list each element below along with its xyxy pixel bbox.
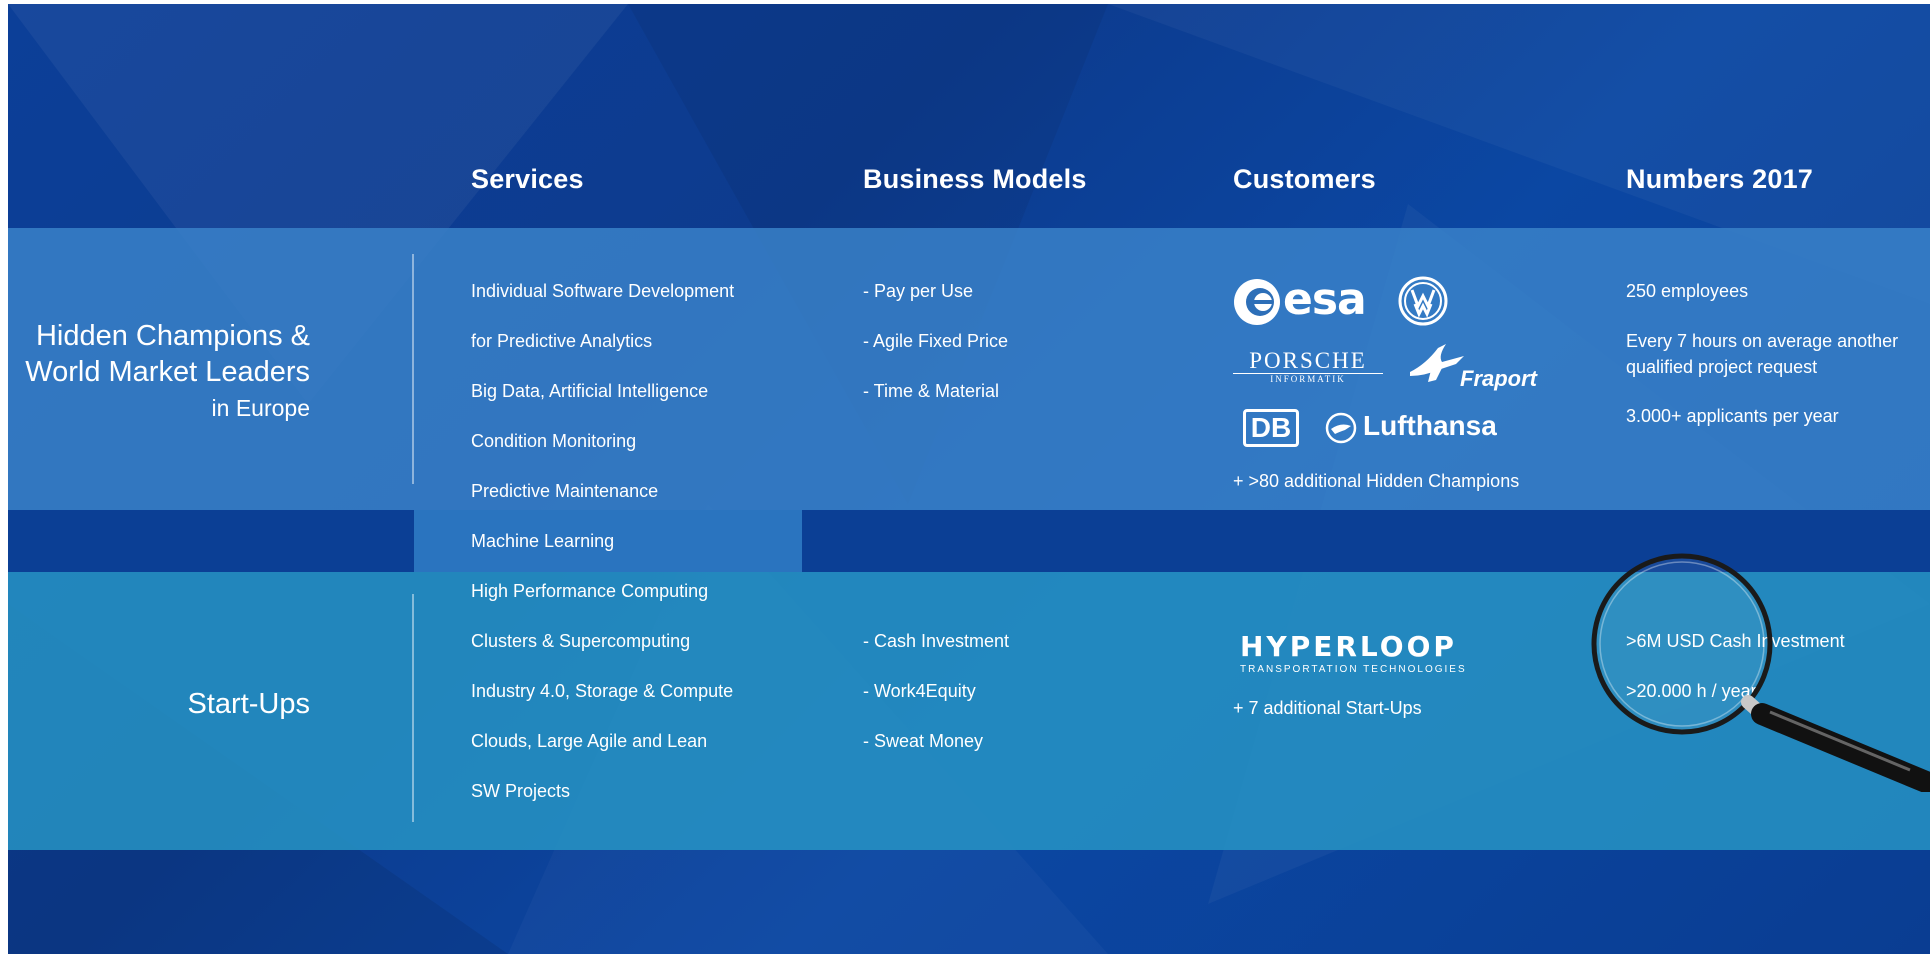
business-model-item: - Sweat Money bbox=[863, 731, 984, 751]
business-model-item: - Work4Equity bbox=[863, 681, 976, 701]
divider-top bbox=[412, 254, 414, 484]
header-services: Services bbox=[471, 164, 584, 194]
service-item: Predictive Maintenance bbox=[471, 481, 659, 501]
fraport-logo-text: Fraport bbox=[1460, 366, 1537, 391]
porsche-logo-text: PORSCHE bbox=[1233, 349, 1383, 374]
db-logo: DB bbox=[1243, 409, 1299, 447]
fraport-plane-icon bbox=[1410, 344, 1464, 382]
number-item: Every 7 hours on average another bbox=[1626, 331, 1899, 351]
hyperloop-logo-subtext: TRANSPORTATION TECHNOLOGIES bbox=[1240, 664, 1467, 675]
number-item: >6M USD Cash Investment bbox=[1626, 631, 1845, 651]
service-item: for Predictive Analytics bbox=[471, 331, 653, 351]
service-item: Big Data, Artificial Intelligence bbox=[471, 381, 709, 401]
service-item: Clusters & Supercomputing bbox=[471, 631, 691, 651]
service-item: Machine Learning bbox=[471, 531, 615, 551]
business-model-item: - Agile Fixed Price bbox=[863, 331, 1009, 351]
service-item: Clouds, Large Agile and Lean bbox=[471, 731, 708, 751]
service-item: Condition Monitoring bbox=[471, 431, 637, 451]
hyperloop-logo: HYPERLOOP TRANSPORTATION TECHNOLOGIES bbox=[1240, 630, 1467, 676]
esa-logo-text: esa bbox=[1283, 274, 1367, 325]
number-item: qualified project request bbox=[1626, 357, 1818, 377]
service-item: SW Projects bbox=[471, 781, 571, 801]
number-item: >20.000 h / year bbox=[1626, 681, 1757, 701]
business-model-item: - Time & Material bbox=[863, 381, 1000, 401]
lufthansa-logo-text: Lufthansa bbox=[1363, 410, 1497, 441]
vw-logo-icon bbox=[1398, 276, 1448, 326]
row-label-startups: Start-Ups bbox=[187, 688, 310, 720]
row-label-hidden-champions: Hidden Champions & World Market Leaders … bbox=[25, 318, 310, 426]
business-model-item: - Cash Investment bbox=[863, 631, 1010, 651]
service-item: Industry 4.0, Storage & Compute bbox=[471, 681, 734, 701]
number-item: 3.000+ applicants per year bbox=[1626, 406, 1839, 426]
divider-bottom bbox=[412, 594, 414, 822]
row-label-line3: in Europe bbox=[211, 395, 310, 421]
startups-customers-note: + 7 additional Start-Ups bbox=[1233, 698, 1422, 718]
slide: Services Business Models Customers Numbe… bbox=[8, 4, 1930, 954]
lufthansa-crane-icon bbox=[1325, 412, 1357, 444]
esa-logo-icon bbox=[1234, 279, 1280, 325]
header-business-models: Business Models bbox=[863, 164, 1087, 194]
hyperloop-logo-text: HYPERLOOP bbox=[1240, 630, 1457, 663]
db-logo-text: DB bbox=[1250, 412, 1292, 443]
header-customers: Customers bbox=[1233, 164, 1376, 194]
separator-band bbox=[8, 510, 1930, 572]
row-label-line2: World Market Leaders bbox=[25, 356, 310, 388]
business-model-item: - Pay per Use bbox=[863, 281, 974, 301]
header-numbers: Numbers 2017 bbox=[1626, 164, 1813, 194]
service-item: Individual Software Development bbox=[471, 281, 735, 301]
hidden-champions-customers-note: + >80 additional Hidden Champions bbox=[1233, 471, 1520, 491]
porsche-logo: PORSCHE INFORMATIK bbox=[1233, 349, 1383, 384]
service-item: High Performance Computing bbox=[471, 581, 709, 601]
number-item: 250 employees bbox=[1626, 281, 1749, 301]
row-label-line1: Hidden Champions & bbox=[35, 320, 310, 352]
porsche-logo-subtext: INFORMATIK bbox=[1270, 374, 1346, 384]
